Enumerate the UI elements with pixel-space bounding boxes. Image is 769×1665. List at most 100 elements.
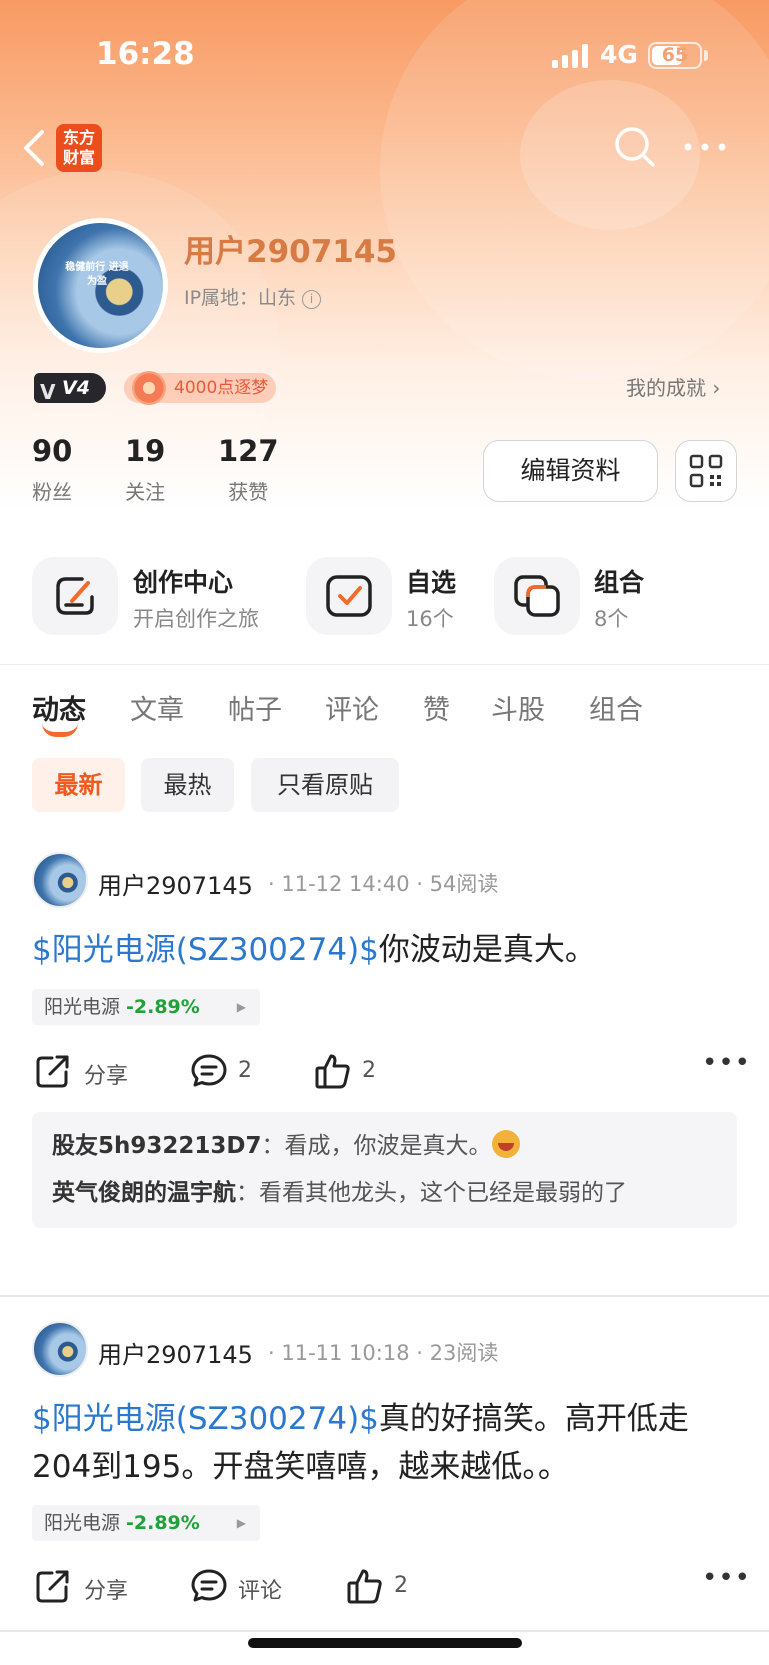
likes-label: 获赞 xyxy=(228,480,269,504)
share-button[interactable]: 分享 xyxy=(34,1052,134,1092)
filter-hot[interactable]: 最热 xyxy=(141,758,234,812)
app-logo[interactable]: 东方财富 xyxy=(56,124,102,172)
post-author[interactable]: 用户2907145 xyxy=(98,866,253,901)
tab-posts[interactable]: 帖子 xyxy=(228,688,282,727)
followers-count: 90 xyxy=(32,434,73,468)
divider xyxy=(0,664,769,665)
quick-subtitle: 16个 xyxy=(406,607,454,631)
logo-text: 东方财富 xyxy=(62,128,95,167)
following-stat[interactable]: 19 关注 xyxy=(125,434,165,505)
comment-count: 2 xyxy=(238,1058,252,1083)
watchlist-check-icon xyxy=(306,557,392,635)
points-badge[interactable]: 4000点逐梦 xyxy=(124,371,276,405)
post-divider xyxy=(0,1630,769,1632)
post-body: 你波动是真大。 xyxy=(378,932,596,968)
achievements-link[interactable]: 我的成就 › xyxy=(626,372,720,401)
share-label: 分享 xyxy=(84,1579,129,1604)
post-author[interactable]: 用户2907145 xyxy=(98,1335,253,1370)
points-badge-text: 4000点逐梦 xyxy=(174,378,269,398)
like-button[interactable]: 2 xyxy=(314,1052,404,1092)
caret-right-icon: ▶ xyxy=(236,1516,246,1530)
share-label: 分享 xyxy=(84,1064,129,1089)
post-meta: · 11-11 10:18 · 23阅读 xyxy=(268,1341,499,1365)
status-bar: 16:28 4G 65 xyxy=(0,0,769,110)
comment-button[interactable]: 2 xyxy=(190,1052,280,1092)
like-button[interactable]: 2 xyxy=(346,1567,436,1607)
followers-label: 粉丝 xyxy=(32,480,73,504)
post-avatar[interactable] xyxy=(32,852,88,908)
comment-icon xyxy=(191,1569,227,1602)
stock-tag-change: -2.89% xyxy=(126,996,200,1018)
comment-button[interactable]: 评论 xyxy=(190,1567,300,1607)
laughing-emoji-icon xyxy=(491,1130,520,1158)
stock-tag-name: 阳光电源 xyxy=(44,1512,121,1534)
filter-original-only[interactable]: 只看原贴 xyxy=(251,758,399,812)
stock-tag-change: -2.89% xyxy=(126,1512,200,1534)
post-divider xyxy=(0,1295,769,1297)
comment-label: 评论 xyxy=(238,1579,283,1604)
tab-comments[interactable]: 评论 xyxy=(325,688,379,727)
likes-stat[interactable]: 127 获赞 xyxy=(218,434,279,505)
back-button[interactable] xyxy=(16,126,52,170)
post-card: 用户2907145 · 11-11 10:18 · 23阅读 $阳光电源(SZ3… xyxy=(0,1321,769,1621)
home-indicator[interactable] xyxy=(248,1638,522,1648)
creator-center-link[interactable]: 创作中心 开启创作之旅 xyxy=(32,557,292,635)
comment-icon xyxy=(191,1054,227,1087)
more-button[interactable] xyxy=(682,132,728,162)
more-horizontal-icon xyxy=(684,143,726,151)
post-more-icon[interactable]: ••• xyxy=(702,1563,751,1593)
avatar-caption: 稳健前行 进退为盈 xyxy=(65,262,129,287)
create-icon xyxy=(32,557,118,635)
level-badge-text: V4 xyxy=(62,377,90,399)
share-icon xyxy=(36,1570,69,1603)
caret-right-icon: ▶ xyxy=(236,1000,246,1014)
tab-portfolio[interactable]: 组合 xyxy=(589,688,643,727)
qr-code-button[interactable] xyxy=(675,440,737,502)
thumbs-up-icon xyxy=(315,1054,350,1089)
status-time: 16:28 xyxy=(96,36,195,72)
quick-subtitle: 开启创作之旅 xyxy=(133,607,259,631)
search-icon xyxy=(615,127,655,167)
battery-tip xyxy=(704,50,708,61)
ip-location-text: IP属地：山东 xyxy=(184,287,297,309)
tab-articles[interactable]: 文章 xyxy=(130,688,184,727)
stock-tag[interactable]: 阳光电源 -2.89% ▶ xyxy=(32,989,260,1025)
level-badge[interactable]: V V4 xyxy=(34,373,106,404)
like-count: 2 xyxy=(362,1058,376,1083)
post-content[interactable]: $阳光电源(SZ300274)$真的好搞笑。高开低走204到195。开盘笑嘻嘻，… xyxy=(32,1395,742,1491)
post-content[interactable]: $阳光电源(SZ300274)$你波动是真大。 xyxy=(32,926,742,974)
ip-location: IP属地：山东 i xyxy=(184,283,322,310)
followers-stat[interactable]: 90 粉丝 xyxy=(32,434,72,505)
medal-icon xyxy=(132,371,166,405)
edit-profile-button[interactable]: 编辑资料 xyxy=(483,440,658,502)
quick-title: 创作中心 xyxy=(133,568,234,597)
filter-latest[interactable]: 最新 xyxy=(32,758,125,812)
portfolio-icon xyxy=(494,557,580,635)
watchlist-link[interactable]: 自选 16个 xyxy=(306,557,476,635)
stock-link[interactable]: $阳光电源(SZ300274)$ xyxy=(32,1401,379,1437)
tab-stock-battle[interactable]: 斗股 xyxy=(491,688,545,727)
post-avatar[interactable] xyxy=(32,1321,88,1377)
likes-count: 127 xyxy=(218,434,279,468)
quick-subtitle: 8个 xyxy=(594,607,629,631)
comment-preview[interactable]: 股友5h932213D7：看成，你波是真大。 英气俊朗的温宇航：看看其他龙头，这… xyxy=(32,1112,737,1228)
stock-link[interactable]: $阳光电源(SZ300274)$ xyxy=(32,932,379,968)
stock-tag[interactable]: 阳光电源 -2.89% ▶ xyxy=(32,1505,260,1541)
search-button[interactable] xyxy=(612,124,658,170)
post-card: 用户2907145 · 11-12 14:40 · 54阅读 $阳光电源(SZ3… xyxy=(0,852,769,1272)
tab-likes[interactable]: 赞 xyxy=(423,688,450,727)
vip-icon: V xyxy=(40,380,56,404)
comment-user[interactable]: 英气俊朗的温宇航 xyxy=(52,1180,236,1206)
share-button[interactable]: 分享 xyxy=(34,1567,134,1607)
info-icon[interactable]: i xyxy=(302,290,322,309)
battery-icon: 65 xyxy=(648,42,702,69)
post-more-icon[interactable]: ••• xyxy=(702,1048,751,1078)
comment-user[interactable]: 股友5h932213D7 xyxy=(52,1133,262,1159)
share-icon xyxy=(36,1055,69,1088)
tab-activity[interactable]: 动态 xyxy=(32,688,86,727)
stock-tag-name: 阳光电源 xyxy=(44,996,121,1018)
avatar[interactable]: 稳健前行 进退为盈 xyxy=(33,218,168,353)
thumbs-up-icon xyxy=(347,1569,382,1604)
portfolio-link[interactable]: 组合 8个 xyxy=(494,557,664,635)
qr-code-icon xyxy=(689,454,723,488)
